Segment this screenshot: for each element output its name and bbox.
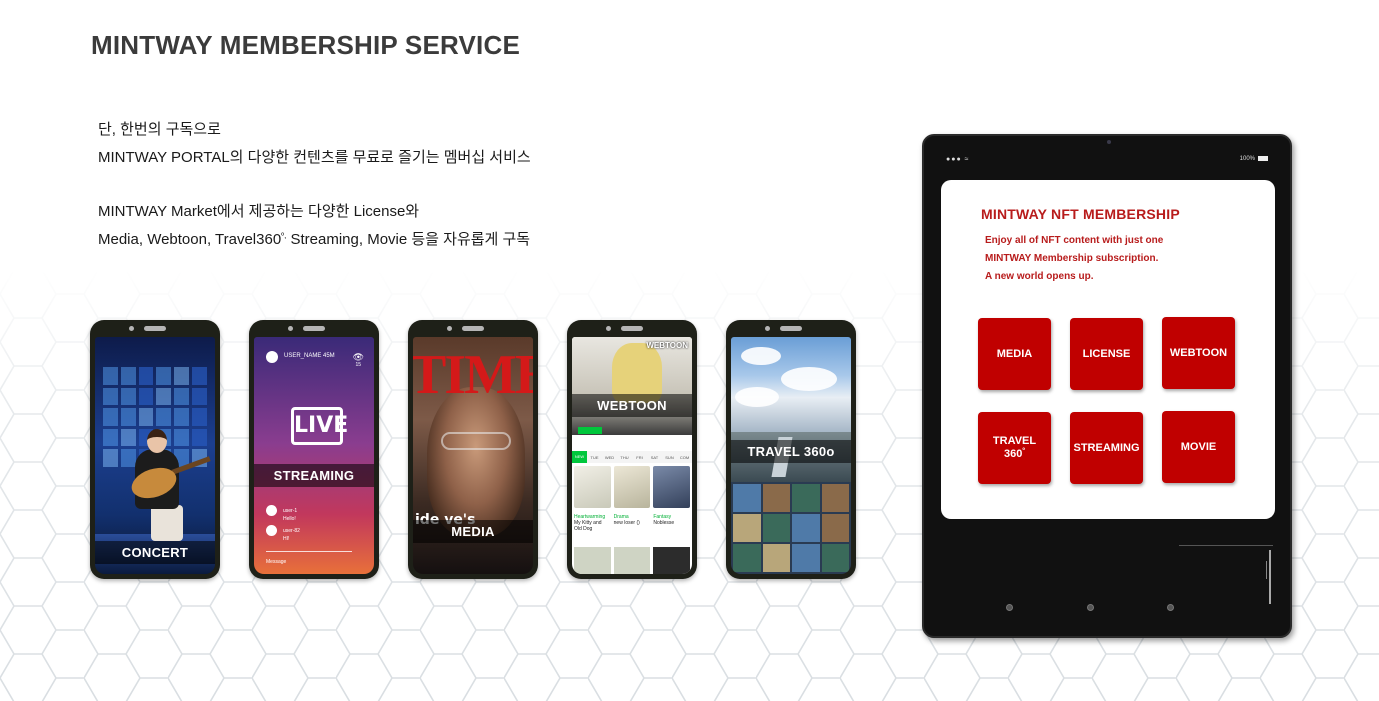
intro-line-4: Media, Webtoon, Travel360º, Streaming, M… bbox=[98, 230, 531, 248]
chat-avatar bbox=[266, 525, 277, 536]
webtoon-brand: WEBTOON bbox=[646, 341, 688, 350]
intro-line-2: MINTWAY PORTAL의 다양한 컨텐츠를 무료로 즐기는 멤버십 서비스 bbox=[98, 148, 531, 166]
tab-sat[interactable]: SAT bbox=[647, 455, 662, 460]
scrollbar[interactable] bbox=[1269, 550, 1271, 604]
travel-thumbnail[interactable] bbox=[733, 544, 761, 572]
battery-status: 100% bbox=[1240, 156, 1268, 162]
streaming-label: STREAMING bbox=[254, 464, 374, 487]
list-item: Drama new loser () bbox=[613, 514, 640, 526]
chat-item: user-1 Hello! bbox=[266, 505, 297, 522]
message-input[interactable]: Message bbox=[266, 559, 286, 565]
nav-back-icon[interactable] bbox=[1006, 604, 1013, 611]
travel-thumbnail[interactable] bbox=[762, 484, 790, 512]
webtoon-screen: WEBTOON WEBTOON NEW TUE WED THU FRI SAT … bbox=[572, 337, 692, 574]
list-item: Heartwarming My Kitty and Old Dog bbox=[574, 514, 606, 532]
streaming-screen: USER_NAME 45M 👁 15 LIVE STREAMING user-1… bbox=[254, 337, 374, 574]
stream-username: USER_NAME 45M bbox=[284, 353, 335, 359]
tab-sun[interactable]: SUN bbox=[662, 455, 677, 460]
travel-thumbnail[interactable] bbox=[733, 514, 761, 542]
time-magazine-logo: TIME bbox=[413, 344, 533, 406]
travel-360-button[interactable]: TRAVEL 360º bbox=[978, 412, 1051, 484]
tab-fri[interactable]: FRI bbox=[632, 455, 647, 460]
intro-line-3: MINTWAY Market에서 제공하는 다양한 License와 bbox=[98, 203, 420, 220]
phone-travel[interactable]: TRAVEL 360o bbox=[726, 320, 856, 579]
phone-streaming[interactable]: USER_NAME 45M 👁 15 LIVE STREAMING user-1… bbox=[249, 320, 379, 579]
tab-thu[interactable]: THU bbox=[617, 455, 632, 460]
tab-wed[interactable]: WED bbox=[602, 455, 617, 460]
membership-card-title: MINTWAY NFT MEMBERSHIP bbox=[981, 206, 1180, 222]
travel-thumbnail[interactable] bbox=[821, 514, 849, 542]
membership-card: MINTWAY NFT MEMBERSHIP Enjoy all of NFT … bbox=[941, 180, 1275, 519]
phone-media[interactable]: TIME ide ve's MEDIA bbox=[408, 320, 538, 579]
webtoon-label: WEBTOON bbox=[572, 394, 692, 417]
travel-thumbnail[interactable] bbox=[821, 544, 849, 572]
webtoon-button[interactable]: WEBTOON bbox=[1162, 317, 1235, 389]
nav-recent-icon[interactable] bbox=[1167, 604, 1174, 611]
travel-thumbnail[interactable] bbox=[733, 484, 761, 512]
webtoon-banner-button[interactable] bbox=[578, 427, 602, 434]
live-icon: LIVE bbox=[291, 407, 348, 445]
avatar bbox=[266, 351, 278, 363]
phone-concert[interactable]: CONCERT bbox=[90, 320, 220, 579]
travel-thumbnail[interactable] bbox=[762, 514, 790, 542]
travel-thumbnail[interactable] bbox=[792, 544, 820, 572]
streaming-button[interactable]: STREAMING bbox=[1070, 412, 1143, 484]
tab-new[interactable]: NEW bbox=[572, 451, 587, 463]
travel-thumbnail[interactable] bbox=[821, 484, 849, 512]
travel-thumbnail[interactable] bbox=[792, 514, 820, 542]
camera-icon bbox=[1107, 140, 1111, 144]
chat-item: user-82 HI! bbox=[266, 525, 300, 542]
webtoon-thumbnail[interactable] bbox=[613, 466, 651, 508]
intro-line-1: 단, 한번의 구독으로 bbox=[98, 121, 221, 138]
webtoon-thumbnail[interactable] bbox=[653, 466, 690, 508]
media-screen: TIME ide ve's MEDIA bbox=[413, 337, 533, 574]
travel-screen: TRAVEL 360o bbox=[731, 337, 851, 574]
media-label: MEDIA bbox=[413, 520, 533, 543]
travel-thumbnail[interactable] bbox=[792, 484, 820, 512]
movie-button[interactable]: MOVIE bbox=[1162, 411, 1235, 483]
concert-screen: CONCERT bbox=[95, 337, 215, 574]
tablet-device: ●●● ≈ 100% MINTWAY NFT MEMBERSHIP Enjoy … bbox=[922, 134, 1292, 638]
phone-webtoon[interactable]: WEBTOON WEBTOON NEW TUE WED THU FRI SAT … bbox=[567, 320, 697, 579]
chat-avatar bbox=[266, 505, 277, 516]
concert-label: CONCERT bbox=[95, 541, 215, 564]
list-item: Fantasy Noblesse bbox=[653, 514, 675, 526]
battery-icon bbox=[1258, 156, 1268, 161]
webtoon-thumbnail[interactable] bbox=[574, 466, 611, 508]
media-button[interactable]: MEDIA bbox=[978, 318, 1051, 390]
intro-text: 단, 한번의 구독으로 MINTWAY PORTAL의 다양한 컨텐츠를 무료로… bbox=[98, 116, 531, 253]
signal-wifi-icon: ●●● ≈ bbox=[946, 156, 970, 163]
travel-label: TRAVEL 360o bbox=[731, 440, 851, 463]
tab-tue[interactable]: TUE bbox=[587, 455, 602, 460]
nav-home-icon[interactable] bbox=[1087, 604, 1094, 611]
viewer-count: 15 bbox=[355, 362, 361, 368]
travel-thumbnail[interactable] bbox=[762, 544, 790, 572]
license-button[interactable]: LICENSE bbox=[1070, 318, 1143, 390]
tab-com[interactable]: COM bbox=[677, 455, 692, 460]
webtoon-day-tabs: NEW TUE WED THU FRI SAT SUN COM bbox=[572, 451, 692, 463]
membership-description: Enjoy all of NFT content with just one M… bbox=[985, 235, 1164, 282]
page-title: MINTWAY MEMBERSHIP SERVICE bbox=[91, 30, 520, 60]
